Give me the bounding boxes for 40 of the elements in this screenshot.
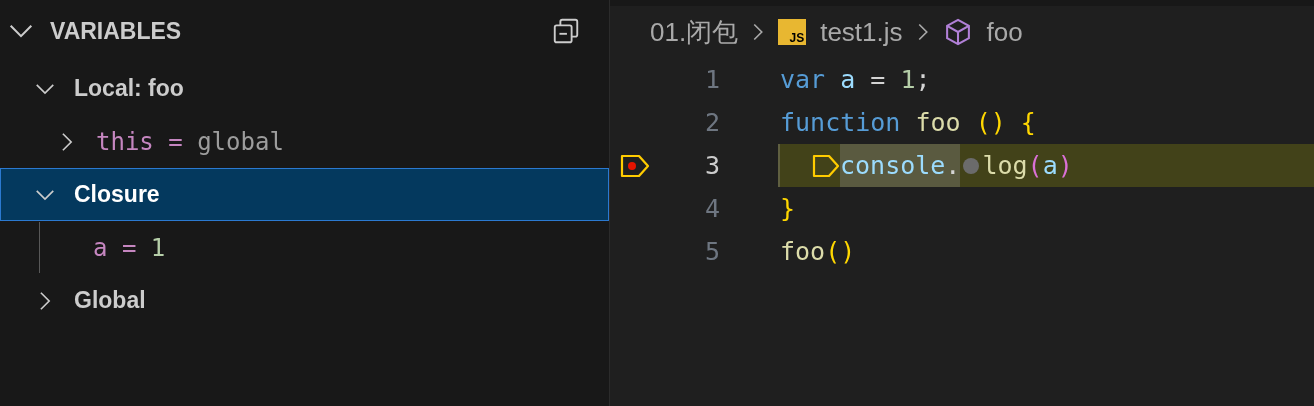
line-number: 4	[703, 192, 720, 225]
tree-row[interactable]: this = global	[0, 115, 609, 168]
code-token: a	[1042, 149, 1058, 182]
line-number: 5	[703, 235, 720, 268]
breakpoint-stop-icon[interactable]	[620, 152, 650, 179]
tree-row[interactable]: a = 1	[0, 221, 609, 274]
code-token: foo	[780, 235, 826, 268]
scope-label: Global	[74, 286, 146, 316]
variable-entry: a = 1	[93, 232, 166, 264]
tree-row[interactable]: Local: foo	[0, 62, 609, 115]
code-token: (	[1027, 149, 1043, 182]
breadcrumb-item[interactable]: 01.闭包	[650, 12, 739, 52]
code-token: console	[840, 144, 946, 187]
variable-entry: this = global	[96, 126, 284, 158]
code-token: 1	[900, 63, 916, 96]
code-token: }	[780, 192, 796, 225]
code-token: )	[1057, 149, 1073, 182]
code-token: function	[780, 106, 901, 139]
scope-label: Local: foo	[74, 74, 184, 104]
line-number: 1	[703, 63, 720, 96]
code-token: .	[945, 144, 961, 187]
code-token: ;	[915, 63, 931, 96]
code-token: log	[982, 149, 1028, 182]
code-token: foo	[914, 106, 962, 139]
tree-row[interactable]: Closure	[0, 168, 609, 221]
code-token: a	[839, 63, 856, 96]
tree-row[interactable]: Global	[0, 274, 609, 327]
line-number: 2	[703, 106, 720, 139]
code-token: () {	[975, 106, 1036, 139]
breadcrumb-item[interactable]: foo	[986, 12, 1023, 52]
scope-label: Closure	[74, 180, 160, 210]
section-title: VARIABLES	[50, 16, 183, 46]
stack-frame-icon	[812, 152, 840, 179]
javascript-file-icon: JS	[778, 19, 807, 45]
code-token: ()	[825, 235, 856, 268]
breadcrumb-item[interactable]: test1.js	[820, 12, 903, 52]
line-number: 3	[703, 149, 720, 182]
collapse-all-icon[interactable]	[551, 16, 581, 46]
code-token: =	[869, 63, 887, 96]
code-token: var	[780, 63, 826, 96]
